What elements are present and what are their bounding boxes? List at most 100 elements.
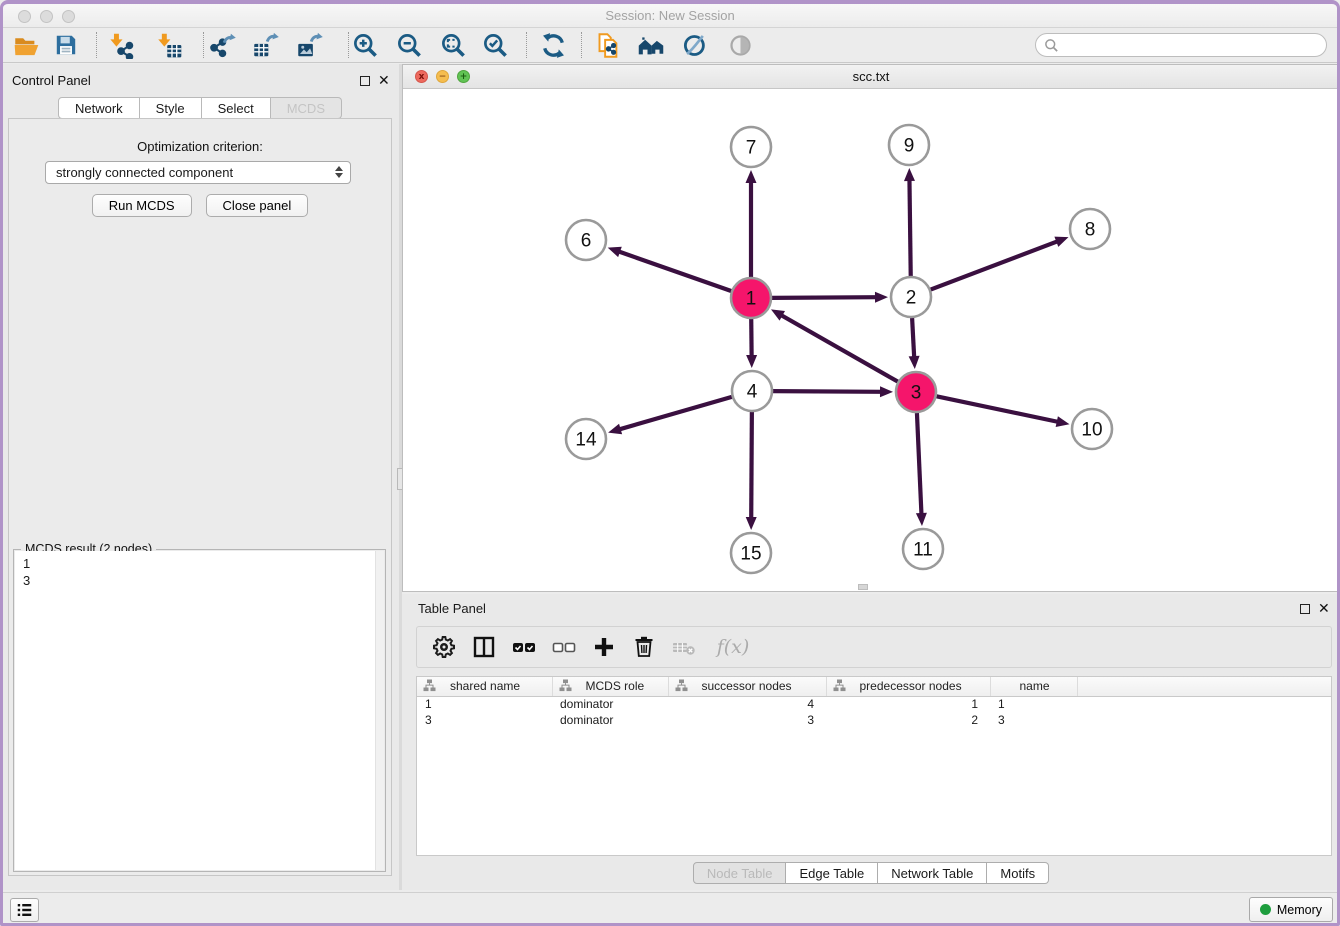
graph-edge-4-14[interactable] — [619, 397, 732, 430]
run-mcds-button[interactable]: Run MCDS — [92, 194, 192, 217]
table-cell[interactable]: dominator — [552, 712, 668, 728]
graph-edge-2-3[interactable] — [912, 318, 914, 358]
float-table-panel-icon[interactable] — [1300, 604, 1310, 614]
task-history-button[interactable] — [10, 898, 39, 922]
table-tab-motifs[interactable]: Motifs — [987, 862, 1049, 884]
table-cell[interactable]: 1 — [417, 696, 552, 712]
zoom-out-button[interactable] — [392, 30, 426, 60]
close-panel-button[interactable]: Close panel — [206, 194, 309, 217]
table-row[interactable]: 1dominator411 — [417, 696, 1331, 712]
table-cell[interactable]: 4 — [668, 696, 826, 712]
table-cell[interactable]: 3 — [417, 712, 552, 728]
search-input[interactable] — [1059, 36, 1326, 54]
import-table-button[interactable] — [152, 30, 186, 60]
open-session-button[interactable] — [9, 30, 43, 60]
columns-icon — [472, 635, 496, 659]
float-panel-icon[interactable] — [360, 76, 370, 86]
column-header-shared-name[interactable]: shared name — [417, 677, 552, 696]
mcds-panel: Optimization criterion: strongly connect… — [8, 118, 392, 876]
network-hscrollbar-thumb[interactable] — [858, 584, 868, 590]
graph-node-label: 10 — [1081, 420, 1102, 441]
table-tab-network-table[interactable]: Network Table — [878, 862, 987, 884]
column-visibility-button[interactable] — [471, 634, 497, 660]
main-toolbar — [3, 28, 1337, 63]
select-all-icon — [511, 635, 537, 659]
table-tab-node-table[interactable]: Node Table — [693, 862, 787, 884]
delete-table-icon — [671, 635, 697, 659]
graph-edge-4-3[interactable] — [773, 391, 882, 392]
graph-node-label: 14 — [575, 430, 597, 451]
refresh-icon — [540, 32, 567, 59]
graph-edge-2-8[interactable] — [931, 241, 1059, 289]
network-window-title: scc.txt — [403, 69, 1339, 84]
graph-edge-4-15[interactable] — [751, 412, 752, 519]
select-all-button[interactable] — [511, 634, 537, 660]
table-cell[interactable]: 3 — [990, 712, 1077, 728]
control-tab-select[interactable]: Select — [202, 97, 271, 119]
table-cell[interactable]: 1 — [826, 696, 990, 712]
graph-edge-1-2[interactable] — [772, 297, 877, 298]
home-icon — [637, 31, 665, 59]
sort-tree-icon — [423, 679, 436, 692]
deselect-all-button[interactable] — [551, 634, 577, 660]
search-field[interactable] — [1035, 33, 1327, 57]
export-network-button[interactable] — [205, 30, 239, 60]
import-table-icon — [156, 32, 183, 59]
graph-node-label: 9 — [904, 136, 915, 157]
import-network-button[interactable] — [103, 30, 137, 60]
optimization-criterion-value: strongly connected component — [56, 165, 233, 180]
window-title: Session: New Session — [3, 8, 1337, 23]
column-header-successor-nodes[interactable]: successor nodes — [668, 677, 826, 696]
column-header-predecessor-nodes[interactable]: predecessor nodes — [826, 677, 990, 696]
settings-gear-button[interactable] — [431, 634, 457, 660]
column-header-MCDS-role[interactable]: MCDS role — [552, 677, 668, 696]
refresh-button[interactable] — [536, 30, 570, 60]
table-cell[interactable]: 1 — [990, 696, 1077, 712]
graph-edge-3-10[interactable] — [937, 396, 1059, 422]
memory-button[interactable]: Memory — [1249, 897, 1333, 922]
edge-arrowhead — [746, 355, 757, 368]
duplicate-network-button[interactable] — [591, 30, 625, 60]
export-table-button[interactable] — [248, 30, 282, 60]
sort-tree-icon — [833, 679, 846, 692]
graph-edge-3-1[interactable] — [781, 315, 898, 382]
toolbar-separator — [526, 32, 527, 58]
result-scrollbar[interactable] — [375, 551, 384, 870]
table-tab-edge-table[interactable]: Edge Table — [786, 862, 878, 884]
graph-edge-1-6[interactable] — [618, 251, 731, 291]
export-image-button[interactable] — [292, 30, 326, 60]
network-canvas[interactable]: 7968124314101511 — [403, 89, 1339, 591]
zoom-fit-button[interactable] — [436, 30, 470, 60]
graph-node-label: 7 — [746, 138, 757, 159]
control-tab-network[interactable]: Network — [58, 97, 140, 119]
add-column-button[interactable] — [591, 634, 617, 660]
zoom-selected-button[interactable] — [478, 30, 512, 60]
duplicate-network-icon — [595, 32, 622, 59]
import-network-icon — [107, 32, 134, 59]
mcds-result-text[interactable]: 13 — [15, 551, 384, 870]
graph-edge-2-9[interactable] — [909, 179, 910, 276]
column-header-name[interactable]: name — [990, 677, 1077, 696]
table-cell[interactable]: 2 — [826, 712, 990, 728]
table-row[interactable]: 3dominator323 — [417, 712, 1331, 728]
status-bar: Memory — [0, 892, 1340, 926]
close-panel-icon[interactable]: ✕ — [378, 72, 390, 89]
optimization-criterion-select[interactable]: strongly connected component — [45, 161, 351, 184]
edge-arrowhead — [746, 170, 757, 183]
save-session-button[interactable] — [49, 30, 83, 60]
home-neighbors-button[interactable] — [634, 30, 668, 60]
table-cell[interactable]: 3 — [668, 712, 826, 728]
eye-button[interactable] — [723, 30, 757, 60]
control-tab-mcds[interactable]: MCDS — [271, 97, 342, 119]
vizmapper-button[interactable] — [678, 30, 712, 60]
delete-table-button — [671, 634, 697, 660]
zoom-in-button[interactable] — [348, 30, 382, 60]
edge-arrowhead — [608, 424, 622, 435]
graph-edge-3-11[interactable] — [917, 413, 922, 515]
close-table-panel-icon[interactable]: ✕ — [1318, 600, 1330, 617]
table-cell[interactable]: dominator — [552, 696, 668, 712]
graph-node-label: 1 — [746, 289, 757, 310]
control-tab-style[interactable]: Style — [140, 97, 202, 119]
delete-column-button[interactable] — [631, 634, 657, 660]
graph-node-label: 3 — [911, 383, 922, 404]
